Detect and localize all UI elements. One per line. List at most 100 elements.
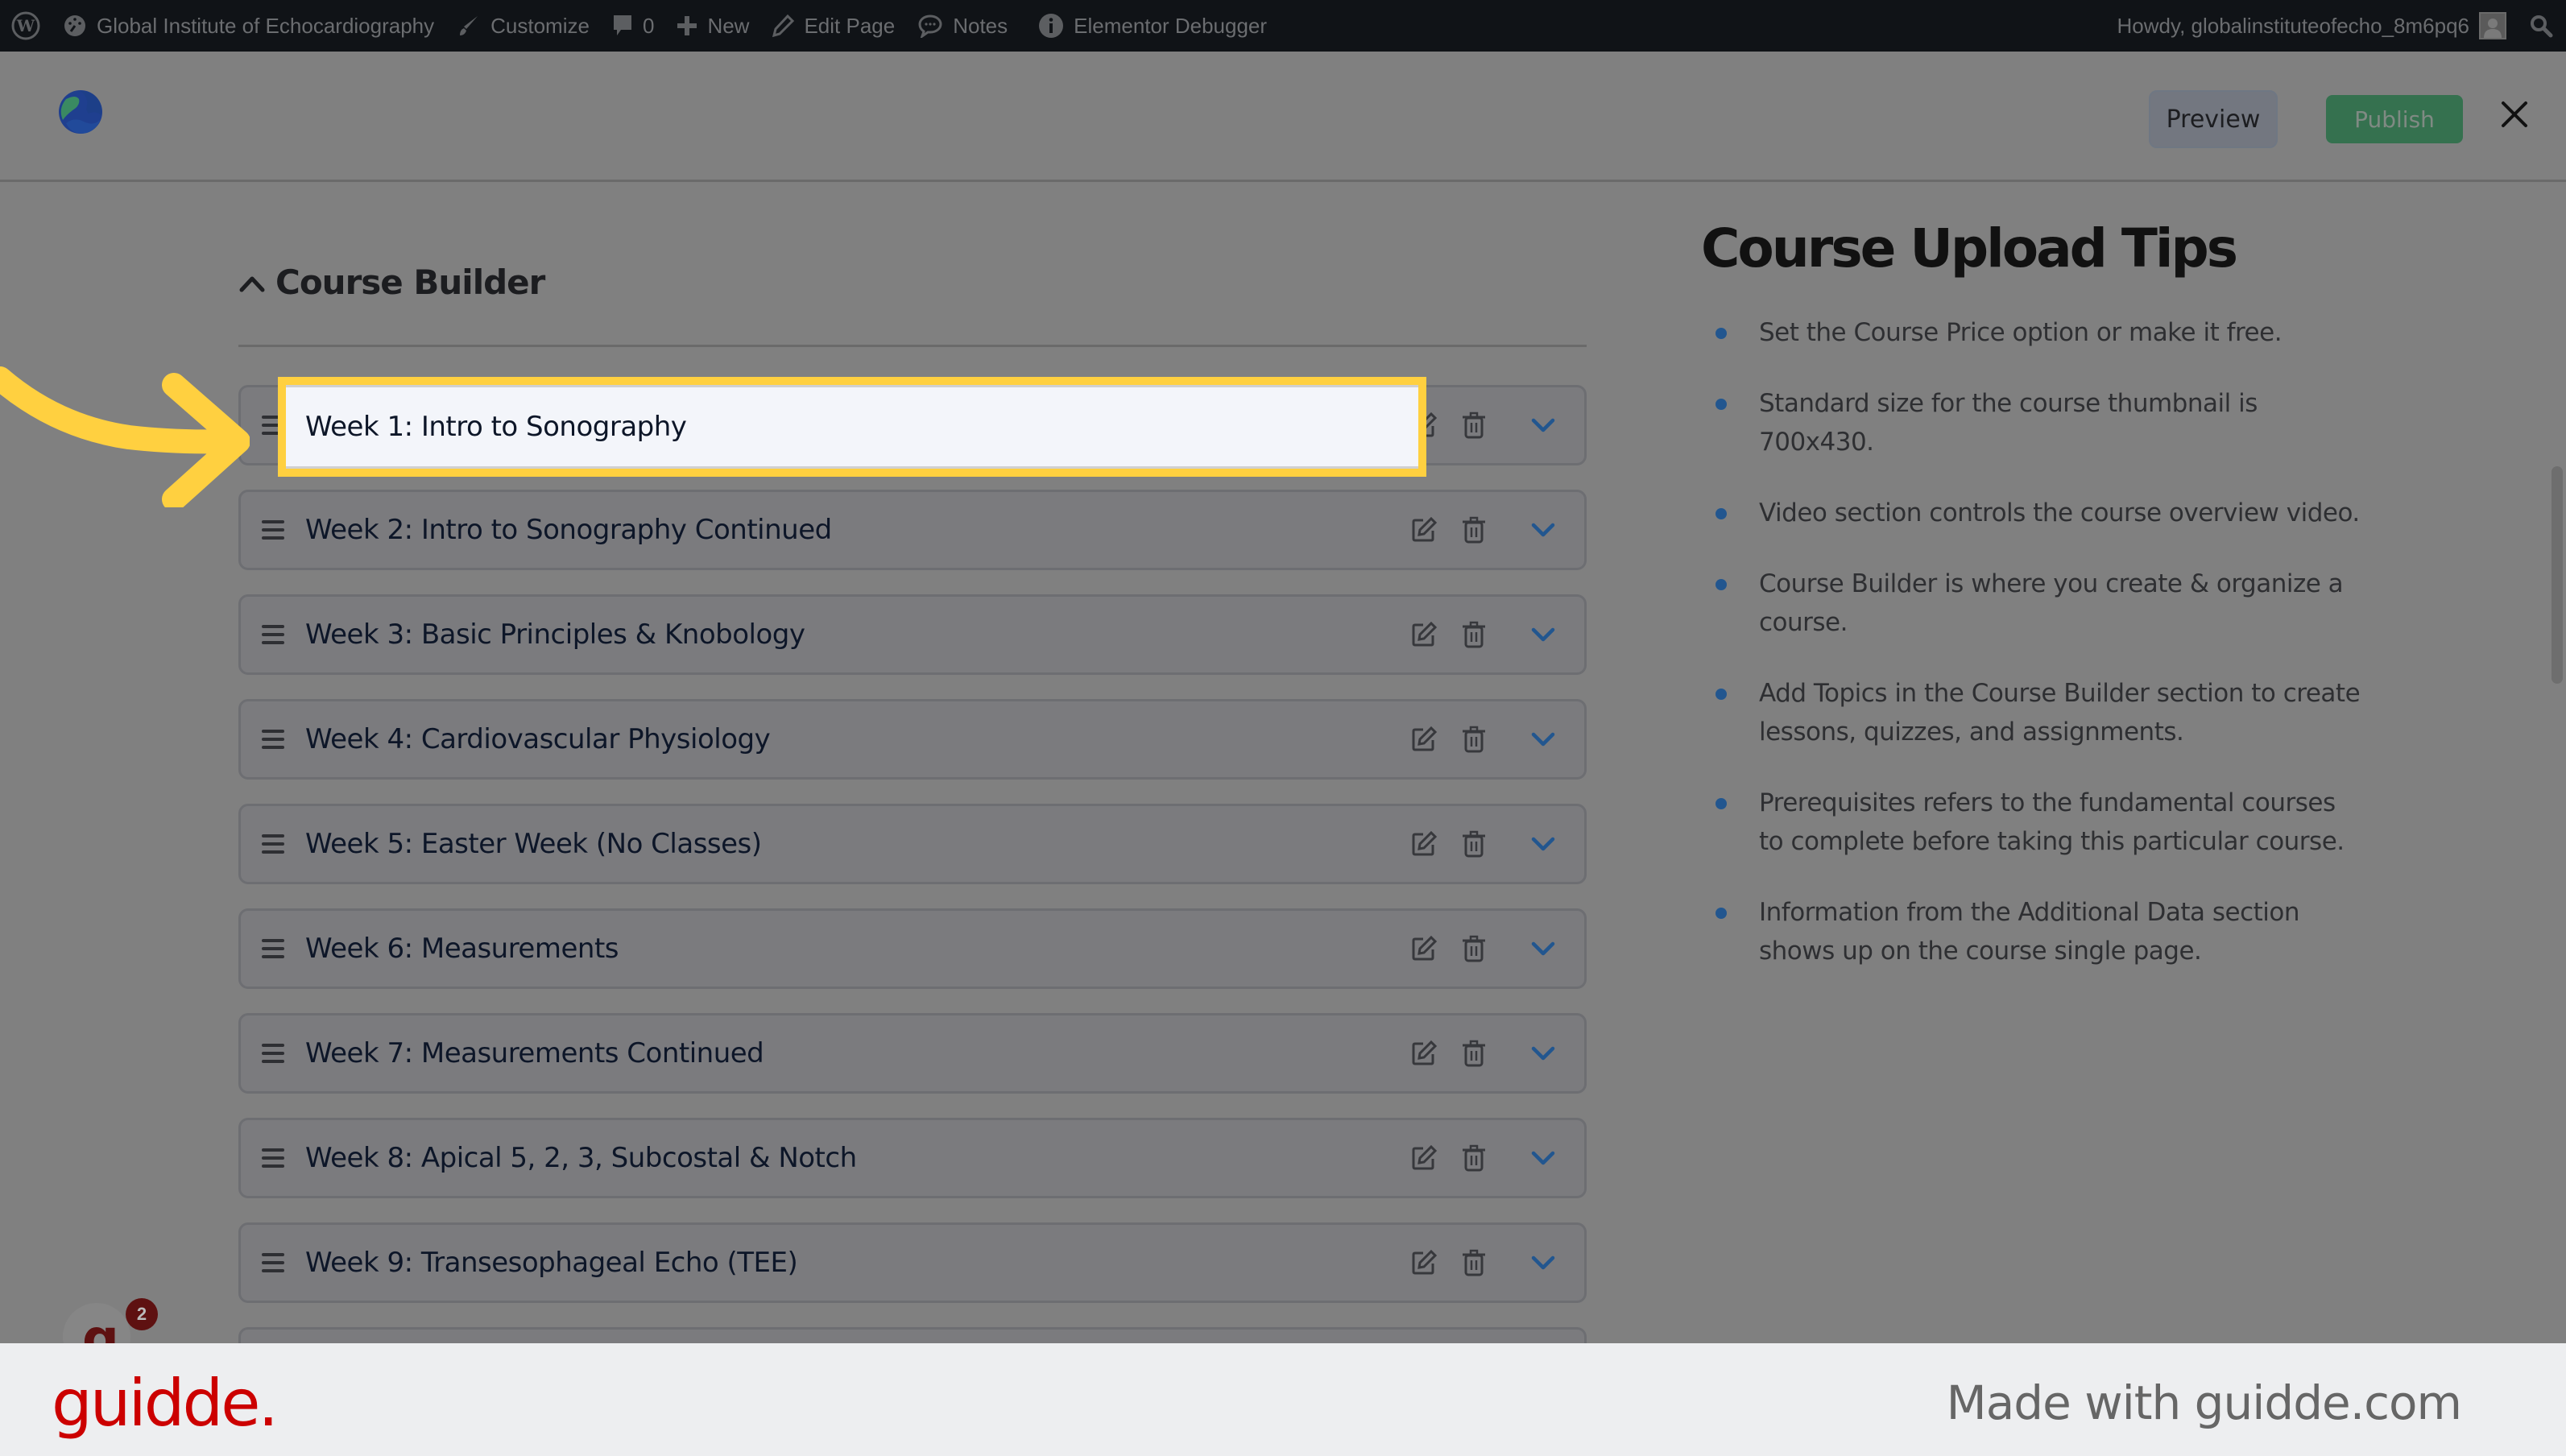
publish-button[interactable]: Publish: [2326, 95, 2463, 143]
drag-handle-icon[interactable]: [262, 1044, 284, 1063]
scrollbar-thumb[interactable]: [2552, 466, 2563, 684]
drag-handle-icon[interactable]: [262, 834, 284, 854]
avatar: [2479, 12, 2506, 39]
divider: [238, 345, 1587, 347]
topic-row[interactable]: Week 4: Cardiovascular Physiology: [238, 699, 1587, 780]
tip-text: Add Topics in the Course Builder section…: [1759, 679, 2361, 747]
tip-item: Course Builder is where you create & org…: [1701, 565, 2361, 642]
notes-label: Notes: [953, 13, 1008, 38]
edit-icon[interactable]: [1410, 726, 1438, 753]
highlighted-topic-title: Week 1: Intro to Sonography: [305, 411, 687, 443]
close-icon[interactable]: [2498, 98, 2531, 130]
edit-icon[interactable]: [1410, 1040, 1438, 1067]
howdy-text: Howdy, globalinstituteofecho_8m6pq6: [2117, 13, 2469, 38]
chevron-down-icon[interactable]: [1531, 627, 1555, 643]
comments-link[interactable]: 0: [601, 0, 665, 52]
edit-icon[interactable]: [1410, 516, 1438, 544]
trash-icon[interactable]: [1462, 1144, 1486, 1172]
topic-title: Week 4: Cardiovascular Physiology: [305, 723, 771, 755]
chevron-down-icon[interactable]: [1531, 417, 1555, 433]
user-silhouette-icon: [2484, 19, 2502, 38]
wordpress-logo-icon: W: [11, 11, 40, 40]
search-icon: [2531, 15, 2553, 38]
topic-row[interactable]: Week 6: Measurements: [238, 908, 1587, 989]
tips-title: Course Upload Tips: [1701, 217, 2238, 279]
customize-label: Customize: [490, 13, 590, 38]
topic-row-partial[interactable]: [238, 1327, 1587, 1343]
chevron-up-icon: [239, 276, 265, 292]
topic-title: Week 3: Basic Principles & Knobology: [305, 618, 805, 651]
chevron-down-icon[interactable]: [1531, 522, 1555, 538]
preview-button[interactable]: Preview: [2149, 90, 2278, 148]
editor-header: Preview Publish: [0, 52, 2566, 182]
topic-title: Week 6: Measurements: [305, 933, 619, 965]
edit-icon[interactable]: [1410, 830, 1438, 858]
topic-row[interactable]: Week 3: Basic Principles & Knobology: [238, 594, 1587, 675]
guidde-footer: guidde. Made with guidde.com: [0, 1343, 2566, 1456]
edit-icon[interactable]: [1410, 1144, 1438, 1172]
wordpress-menu[interactable]: W: [0, 0, 52, 52]
comments-count: 0: [642, 13, 655, 38]
drag-handle-icon[interactable]: [262, 625, 284, 644]
edit-icon[interactable]: [1410, 621, 1438, 648]
chevron-down-icon[interactable]: [1531, 836, 1555, 852]
tip-text: Video section controls the course overvi…: [1759, 498, 2360, 527]
trash-icon[interactable]: [1462, 830, 1486, 858]
chevron-down-icon[interactable]: [1531, 1150, 1555, 1166]
course-builder-toggle[interactable]: Course Builder: [238, 263, 545, 302]
site-logo-icon[interactable]: [58, 89, 103, 134]
trash-icon[interactable]: [1462, 726, 1486, 753]
topic-row[interactable]: Week 7: Measurements Continued: [238, 1013, 1587, 1094]
highlighted-topic-title-input[interactable]: Week 1: Intro to Sonography: [278, 377, 1426, 477]
elementor-debugger-link[interactable]: Elementor Debugger: [1019, 0, 1278, 52]
tip-item: Add Topics in the Course Builder section…: [1701, 674, 2361, 751]
search-button[interactable]: [2518, 0, 2566, 52]
pencil-icon: [772, 14, 795, 37]
trash-icon[interactable]: [1462, 412, 1486, 439]
topic-row[interactable]: Week 9: Transesophageal Echo (TEE): [238, 1222, 1587, 1303]
tip-text: Prerequisites refers to the fundamental …: [1759, 788, 2345, 856]
trash-icon[interactable]: [1462, 1040, 1486, 1067]
chevron-down-icon[interactable]: [1531, 731, 1555, 747]
topic-title: Week 7: Measurements Continued: [305, 1037, 764, 1069]
bullet-icon: [1715, 399, 1727, 410]
drag-handle-icon[interactable]: [262, 1148, 284, 1168]
drag-handle-icon[interactable]: [262, 520, 284, 540]
bullet-icon: [1715, 579, 1727, 590]
svg-text:W: W: [16, 16, 35, 35]
topic-list: Week 1: Intro to Sonography Week 2: Intr…: [238, 385, 1587, 1367]
chevron-down-icon[interactable]: [1531, 1255, 1555, 1271]
topic-title: Week 2: Intro to Sonography Continued: [305, 514, 832, 546]
chevron-down-icon[interactable]: [1531, 941, 1555, 957]
edit-icon[interactable]: [1410, 935, 1438, 962]
comment-icon: [613, 15, 631, 35]
wp-admin-bar: W Global Institute of Echocardiography C…: [0, 0, 2566, 52]
trash-icon[interactable]: [1462, 516, 1486, 544]
drag-handle-icon[interactable]: [262, 1253, 284, 1272]
site-name-link[interactable]: Global Institute of Echocardiography: [52, 0, 445, 52]
topic-title: Week 5: Easter Week (No Classes): [305, 828, 762, 860]
trash-icon[interactable]: [1462, 621, 1486, 648]
topic-title: Week 9: Transesophageal Echo (TEE): [305, 1247, 798, 1279]
topic-row[interactable]: Week 5: Easter Week (No Classes): [238, 804, 1587, 884]
notes-link[interactable]: Notes: [906, 0, 1019, 52]
tip-text: Standard size for the course thumbnail i…: [1759, 389, 2258, 457]
topic-row[interactable]: Week 2: Intro to Sonography Continued: [238, 490, 1587, 570]
new-content-link[interactable]: New: [665, 0, 760, 52]
new-label: New: [707, 13, 750, 38]
bullet-icon: [1715, 798, 1727, 809]
chevron-down-icon[interactable]: [1531, 1045, 1555, 1061]
drag-handle-icon[interactable]: [262, 730, 284, 749]
customize-link[interactable]: Customize: [445, 0, 601, 52]
made-with-text: Made with guidde.com: [1946, 1375, 2462, 1430]
trash-icon[interactable]: [1462, 1249, 1486, 1276]
edit-icon[interactable]: [1410, 1249, 1438, 1276]
edit-page-label: Edit Page: [804, 13, 896, 38]
tip-item: Set the Course Price option or make it f…: [1701, 313, 2361, 352]
drag-handle-icon[interactable]: [262, 939, 284, 958]
trash-icon[interactable]: [1462, 935, 1486, 962]
topic-row[interactable]: Week 8: Apical 5, 2, 3, Subcostal & Notc…: [238, 1118, 1587, 1198]
plus-icon: [677, 16, 697, 35]
edit-page-link[interactable]: Edit Page: [760, 0, 906, 52]
my-account-link[interactable]: Howdy, globalinstituteofecho_8m6pq6: [2106, 0, 2518, 52]
